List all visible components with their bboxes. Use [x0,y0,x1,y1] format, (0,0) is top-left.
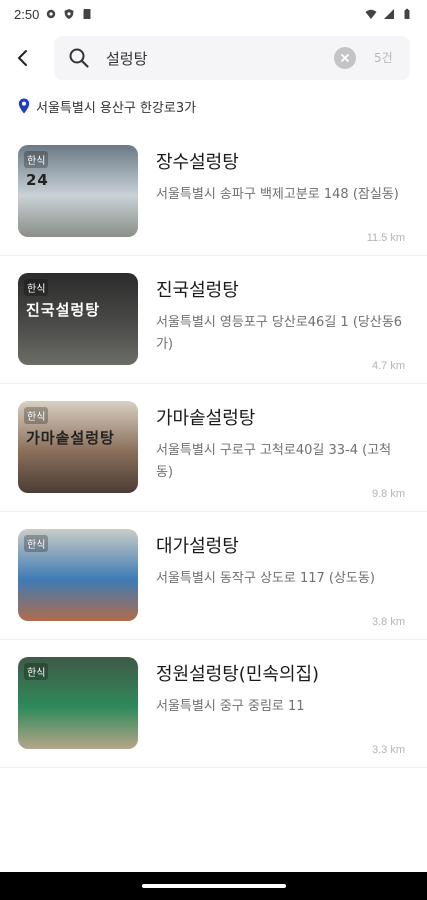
restaurant-distance: 9.8 km [371,488,405,500]
restaurant-photo: 한식 가마솥설렁탕 [18,401,138,493]
restaurant-list: 한식 24 장수설렁탕 서울특별시 송파구 백제고분로 148 (잠실동) 11… [0,128,427,768]
restaurant-address: 서울특별시 구로구 고척로40길 33-4 (고척동) [156,443,392,480]
signal-icon [384,9,394,19]
restaurant-photo: 한식 진국설렁탕 [18,273,138,365]
storefront-sign: 진국설렁탕 [26,301,101,319]
clear-search-button[interactable] [334,47,356,69]
restaurant-address: 서울특별시 영등포구 당산로46길 1 (당산동6가) [156,315,403,352]
location-text: 서울특별시 용산구 한강로3가 [36,100,197,116]
chevron-left-icon [18,50,27,66]
search-input[interactable] [106,49,316,67]
list-item[interactable]: 한식 정원설렁탕(민속의집) 서울특별시 중구 중림로 11 3.3 km [0,640,427,768]
restaurant-address: 서울특별시 동작구 상도로 117 (상도동) [156,571,375,586]
system-nav-bar [0,872,427,900]
restaurant-address: 서울특별시 중구 중림로 11 [156,699,305,714]
category-badge: 한식 [24,407,49,424]
battery-icon [404,8,410,19]
close-icon [341,54,349,62]
restaurant-distance: 11.5 km [366,232,405,244]
shield-icon [64,9,74,19]
sd-card-icon [83,9,91,19]
result-count: 5건 [374,51,393,65]
restaurant-name: 가마솥설렁탕 [156,408,256,429]
status-icons-left [45,8,93,20]
list-item[interactable]: 한식 가마솥설렁탕 가마솥설렁탕 서울특별시 구로구 고척로40길 33-4 (… [0,384,427,512]
search-box[interactable]: 5건 [54,36,410,80]
location-pin-icon [18,98,30,114]
list-item[interactable]: 한식 대가설렁탕 서울특별시 동작구 상도로 117 (상도동) 3.8 km [0,512,427,640]
storefront-sign [26,555,130,575]
restaurant-distance: 3.8 km [371,616,405,628]
storefront-sign: 24 [26,171,49,189]
category-badge: 한식 [24,663,49,680]
restaurant-photo: 한식 24 [18,145,138,237]
status-bar: 2:50 [0,0,427,28]
restaurant-distance: 3.3 km [371,744,405,756]
restaurant-name: 진국설렁탕 [156,280,239,301]
storefront-sign: 가마솥설렁탕 [26,429,115,447]
list-item[interactable]: 한식 진국설렁탕 진국설렁탕 서울특별시 영등포구 당산로46길 1 (당산동6… [0,256,427,384]
wifi-icon [365,9,377,19]
back-button[interactable] [0,36,46,80]
category-badge: 한식 [24,151,49,168]
category-badge: 한식 [24,535,49,552]
restaurant-distance: 4.7 km [371,360,405,372]
status-time: 2:50 [14,6,40,22]
home-indicator[interactable] [141,884,286,888]
restaurant-address: 서울특별시 송파구 백제고분로 148 (잠실동) [156,187,399,202]
restaurant-photo: 한식 [18,529,138,621]
category-badge: 한식 [24,279,49,296]
restaurant-name: 대가설렁탕 [156,536,239,557]
storefront-sign [26,683,130,703]
search-icon [66,45,92,71]
status-icons-right [365,8,413,20]
list-item[interactable]: 한식 24 장수설렁탕 서울특별시 송파구 백제고분로 148 (잠실동) 11… [0,128,427,256]
restaurant-name: 정원설렁탕(민속의집) [156,664,320,685]
restaurant-name: 장수설렁탕 [156,152,239,173]
gear-icon [47,9,56,19]
current-location[interactable]: 서울특별시 용산구 한강로3가 [18,96,196,116]
restaurant-photo: 한식 [18,657,138,749]
search-header: 5건 [0,36,427,80]
